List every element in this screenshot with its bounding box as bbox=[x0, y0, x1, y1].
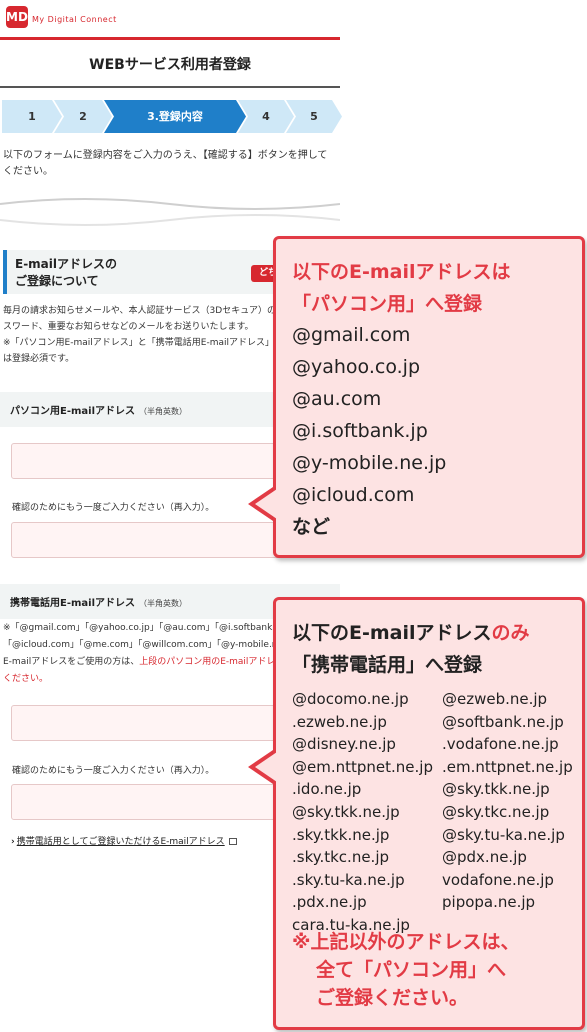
list-item: @docomo.ne.jp bbox=[292, 690, 409, 708]
callout-mobile-heading-line2: 「携帯電話用」へ登録 bbox=[292, 654, 483, 676]
callout-mobile-note-line1: ※上記以外のアドレスは、 bbox=[292, 931, 520, 953]
callout-mobile-note: ※上記以外のアドレスは、 全て「パソコン用」へ ご登録ください。 bbox=[292, 928, 577, 1012]
wave-divider bbox=[0, 198, 340, 226]
site-header: MD My Digital Connect bbox=[0, 0, 340, 40]
callout-mobile-addresses: 以下のE-mailアドレスのみ 「携帯電話用」へ登録 @docomo.ne.jp… bbox=[273, 597, 585, 1030]
list-item: @sky.tkk.ne.jp bbox=[442, 780, 550, 799]
list-item: .sky.tkk.ne.jp bbox=[292, 825, 390, 844]
section-title: E-mailアドレスの ご登録について bbox=[15, 256, 215, 290]
list-item: @sky.tu-ka.ne.jp bbox=[442, 825, 565, 844]
page-title: WEBサービス利用者登録 bbox=[89, 57, 251, 73]
list-item: @ezweb.ne.jp bbox=[442, 690, 548, 708]
list-item: @i.softbank.jp bbox=[292, 420, 428, 442]
step-3-current: 3.登録内容 bbox=[104, 100, 246, 133]
intro-text: 以下のフォームに登録内容をご入力のうえ、【確認する】ボタンを押してください。 bbox=[3, 150, 328, 177]
list-item: .ido.ne.jp bbox=[292, 780, 362, 799]
list-item: .sky.tkc.ne.jp bbox=[292, 848, 390, 867]
logo-text: My Digital Connect bbox=[32, 15, 117, 24]
list-item: .pdx.ne.jp bbox=[292, 893, 367, 912]
list-item: .em.nttpnet.ne.jp bbox=[442, 757, 573, 776]
list-item: vodafone.ne.jp bbox=[442, 870, 554, 889]
section-title-line2: ご登録について bbox=[15, 274, 99, 288]
pc-email-label-text: パソコン用E-mailアドレス bbox=[10, 406, 136, 417]
section-title-line1: E-mailアドレスの bbox=[15, 257, 118, 271]
list-item: @yahoo.co.jp bbox=[292, 356, 420, 378]
list-item: @softbank.ne.jp bbox=[442, 712, 564, 731]
step-5: 5 bbox=[286, 100, 342, 133]
list-item: @gmail.com bbox=[292, 324, 411, 346]
list-item: @au.com bbox=[292, 388, 382, 410]
help-link-label: 携帯電話用としてご登録いただけるE-mailアドレス bbox=[16, 837, 225, 847]
list-item: .ezweb.ne.jp bbox=[292, 712, 387, 731]
mobile-email-label: 携帯電話用E-mailアドレス （半角英数） bbox=[10, 594, 187, 609]
step-2: 2 bbox=[54, 100, 112, 133]
mobile-email-label-sub: （半角英数） bbox=[139, 599, 188, 608]
list-item: @pdx.ne.jp bbox=[442, 848, 527, 867]
callout-pc-tail-fill bbox=[255, 489, 277, 519]
logo-icon: MD bbox=[6, 6, 28, 28]
pc-email-label-sub: （半角英数） bbox=[139, 407, 188, 416]
callout-mobile-heading-a: 以下のE-mailアドレス bbox=[292, 622, 492, 644]
callout-mobile-col2: @ezweb.ne.jp @softbank.ne.jp .vodafone.n… bbox=[442, 688, 573, 914]
list-item: @sky.tkk.ne.jp bbox=[292, 802, 400, 821]
callout-mobile-col1: @docomo.ne.jp .ezweb.ne.jp @disney.ne.jp… bbox=[292, 688, 433, 937]
list-item: など bbox=[292, 516, 331, 538]
callout-mobile-note-line2: 全て「パソコン用」へ bbox=[316, 959, 507, 981]
callout-pc-addresses: 以下のE-mailアドレスは 「パソコン用」へ登録 @gmail.com @ya… bbox=[273, 236, 585, 558]
list-item: @y-mobile.ne.jp bbox=[292, 452, 447, 474]
pc-email-label: パソコン用E-mailアドレス （半角英数） bbox=[10, 402, 187, 417]
step-indicator: 1 2 3.登録内容 4 5 bbox=[2, 100, 340, 133]
chevron-right-icon: › bbox=[11, 837, 15, 847]
list-item: .vodafone.ne.jp bbox=[442, 735, 559, 754]
callout-mobile-note-line3: ご登録ください。 bbox=[316, 987, 469, 1009]
list-item: @icloud.com bbox=[292, 484, 415, 506]
callout-pc-heading-line2: 「パソコン用」へ登録 bbox=[292, 293, 483, 315]
list-item: @disney.ne.jp bbox=[292, 735, 396, 754]
callout-pc-heading-line1: 以下のE-mailアドレスは bbox=[292, 261, 511, 283]
callout-mobile-tail-fill bbox=[255, 752, 277, 782]
mobile-email-confirm-label: 確認のためにもう一度ご入力ください（再入力）。 bbox=[12, 766, 215, 776]
page-title-bar: WEBサービス利用者登録 bbox=[0, 40, 340, 88]
list-item: .sky.tu-ka.ne.jp bbox=[292, 870, 405, 889]
callout-pc-list: @gmail.com @yahoo.co.jp @au.com @i.softb… bbox=[292, 319, 446, 543]
list-item: @sky.tkc.ne.jp bbox=[442, 802, 550, 821]
list-item: @em.nttpnet.ne.jp bbox=[292, 757, 433, 776]
step-4: 4 bbox=[238, 100, 294, 133]
step-1: 1 bbox=[2, 100, 62, 133]
pc-email-confirm-label: 確認のためにもう一度ご入力ください（再入力）。 bbox=[12, 503, 215, 513]
list-item: pipopa.ne.jp bbox=[442, 893, 536, 912]
callout-mobile-heading-line1: 以下のE-mailアドレスのみ bbox=[292, 618, 530, 645]
mobile-domains-help-link[interactable]: › 携帯電話用としてご登録いただけるE-mailアドレス bbox=[11, 834, 237, 847]
callout-mobile-heading-only: のみ bbox=[491, 622, 530, 644]
external-window-icon bbox=[228, 838, 237, 845]
mobile-email-label-text: 携帯電話用E-mailアドレス bbox=[10, 598, 136, 609]
